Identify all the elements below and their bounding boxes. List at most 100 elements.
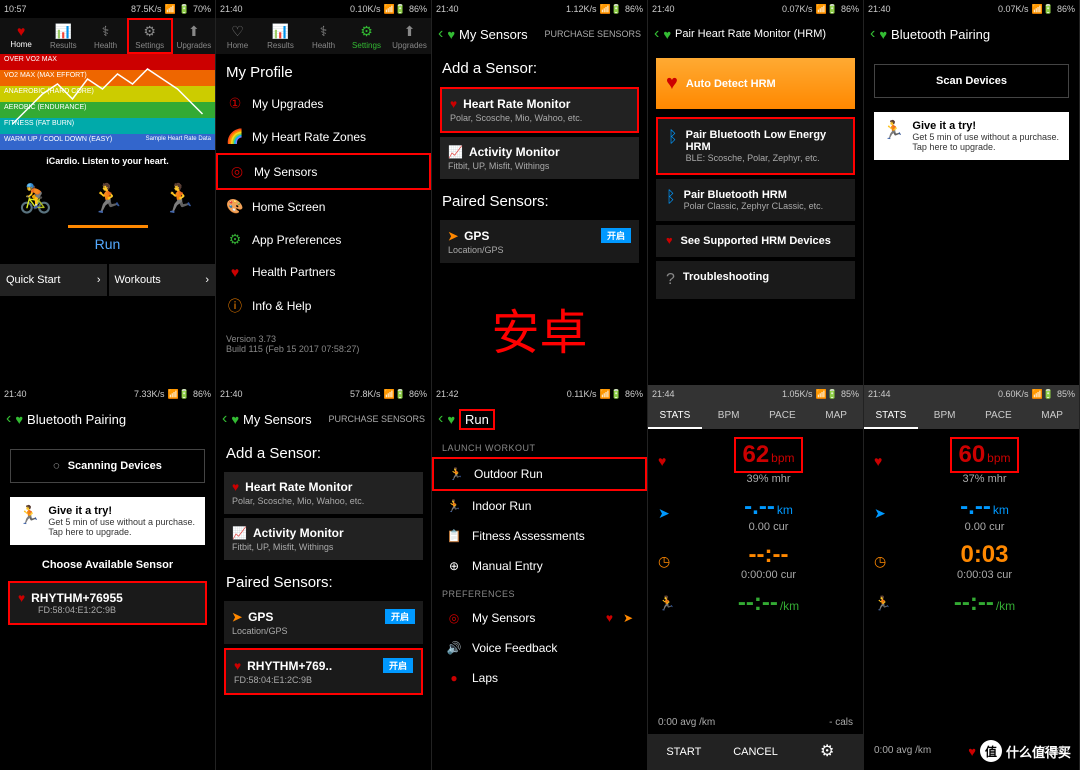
- heart-icon: ♥: [15, 412, 23, 427]
- gps-card[interactable]: ➤GPS开启 Location/GPS: [440, 220, 639, 263]
- health-icon: ⚕: [320, 23, 328, 40]
- back-icon[interactable]: ‹: [438, 25, 443, 43]
- tab-bpm[interactable]: BPM: [702, 403, 756, 429]
- upgrade-icon: ⬆: [188, 23, 200, 40]
- tab-pace[interactable]: PACE: [756, 403, 810, 429]
- launch-section: LAUNCH WORKOUT: [432, 435, 647, 457]
- indoor-run[interactable]: 🏃Indoor Run: [432, 491, 647, 521]
- tab-results[interactable]: 📊Results: [42, 18, 84, 54]
- back-icon[interactable]: ‹: [222, 410, 227, 428]
- run-icon: 🏃: [446, 499, 462, 513]
- circle-icon: ●: [446, 671, 462, 685]
- tab-health[interactable]: ⚕Health: [302, 18, 345, 54]
- status-bar: 21:40 7.33K/s📶🔋86%: [0, 385, 215, 403]
- page-title: Pair Heart Rate Monitor (HRM): [675, 28, 826, 40]
- clock-icon: ◷: [658, 553, 674, 570]
- item-home-screen[interactable]: 🎨Home Screen: [216, 190, 431, 223]
- status-bar: 21:44 0.60K/s📶🔋85%: [864, 385, 1079, 403]
- gps-card[interactable]: ➤GPS开启 Location/GPS: [224, 601, 423, 644]
- pace-icon: 🏃: [874, 595, 890, 612]
- tab-map[interactable]: MAP: [1025, 403, 1079, 429]
- scan-devices-button[interactable]: Scan Devices: [874, 64, 1069, 98]
- manual-entry[interactable]: ⊕Manual Entry: [432, 551, 647, 581]
- item-sensors[interactable]: ◎My Sensors: [216, 153, 431, 190]
- tab-home[interactable]: ♥Home: [0, 18, 42, 54]
- auto-detect-button[interactable]: ♥ Auto Detect HRM: [656, 58, 855, 109]
- tab-home[interactable]: ♡Home: [216, 18, 259, 54]
- pace-value: --:--: [738, 589, 778, 616]
- fitness-assessments[interactable]: 📋Fitness Assessments: [432, 521, 647, 551]
- back-icon[interactable]: ‹: [654, 25, 659, 43]
- stats-tabs: STATS BPM PACE MAP: [864, 403, 1079, 429]
- found-device[interactable]: ♥RHYTHM+76955 FD:58:04:E1:2C:9B: [8, 581, 207, 625]
- item-health-partners[interactable]: ♥Health Partners: [216, 256, 431, 288]
- tab-pace[interactable]: PACE: [972, 403, 1026, 429]
- troubleshoot-card[interactable]: ? Troubleshooting: [656, 261, 855, 299]
- tab-settings[interactable]: ⚙Settings: [345, 18, 388, 54]
- pref-sensors[interactable]: ◎My Sensors♥➤: [432, 603, 647, 633]
- quick-start-button[interactable]: Quick Start›: [0, 264, 107, 296]
- activity-monitor-card[interactable]: 📈Activity Monitor Fitbit, UP, Misfit, Wi…: [224, 518, 423, 560]
- back-icon[interactable]: ‹: [6, 410, 11, 428]
- target-icon: ◎: [446, 611, 462, 625]
- tab-upgrades[interactable]: ⬆Upgrades: [173, 18, 215, 54]
- screen-bt-pairing: 21:40 0.07K/s📶🔋86% ‹ ♥ Bluetooth Pairing…: [864, 0, 1080, 385]
- tab-results[interactable]: 📊Results: [259, 18, 302, 54]
- gps-icon: ➤: [874, 505, 890, 522]
- heart-icon: ♥: [879, 27, 887, 42]
- tab-settings[interactable]: ⚙Settings: [127, 18, 173, 54]
- ble-card[interactable]: ᛒ Pair Bluetooth Low Energy HRMBLE: Scos…: [656, 117, 855, 175]
- results-icon: 📊: [272, 23, 289, 40]
- heart-icon: ♥: [450, 97, 457, 111]
- run-icon[interactable]: 🏃: [90, 182, 125, 215]
- scanning-button[interactable]: ◌Scanning Devices: [10, 449, 205, 483]
- tab-health[interactable]: ⚕Health: [84, 18, 126, 54]
- item-upgrades[interactable]: ①My Upgrades: [216, 87, 431, 120]
- tab-bpm[interactable]: BPM: [918, 403, 972, 429]
- bt-card[interactable]: ᛒ Pair Bluetooth HRMPolar Classic, Zephy…: [656, 179, 855, 221]
- walk-icon[interactable]: 🏃: [162, 182, 197, 215]
- supported-card[interactable]: ♥ See Supported HRM Devices: [656, 225, 855, 257]
- activity-picker[interactable]: 🚴 🏃 🏃: [0, 172, 215, 225]
- outdoor-run[interactable]: 🏃Outdoor Run: [432, 457, 647, 491]
- page-title: Bluetooth Pairing: [891, 27, 990, 42]
- try-card[interactable]: 🏃 Give it a try!Get 5 min of use without…: [874, 112, 1069, 160]
- tagline: iCardio. Listen to your heart.: [0, 150, 215, 172]
- hrm-card[interactable]: ♥Heart Rate Monitor Polar, Scosche, Mio,…: [224, 472, 423, 514]
- item-info-help[interactable]: ⓘInfo & Help: [216, 288, 431, 324]
- gps-icon: ➤: [623, 611, 633, 625]
- tab-stats[interactable]: STATS: [864, 403, 918, 429]
- cancel-button[interactable]: CANCEL: [720, 734, 792, 770]
- purchase-link[interactable]: PURCHASE SENSORS: [544, 29, 641, 39]
- try-card[interactable]: 🏃 Give it a try!Get 5 min of use without…: [10, 497, 205, 545]
- plus-icon: ⊕: [446, 559, 462, 573]
- paired-title: Paired Sensors:: [216, 564, 431, 597]
- info-icon: ⓘ: [226, 296, 244, 316]
- distance-value: -.--: [744, 493, 775, 520]
- time-value: --:--: [749, 541, 789, 568]
- status-bar: 21:40 0.07K/s📶🔋86%: [864, 0, 1079, 18]
- page-title: My Profile: [216, 54, 431, 87]
- zones-icon: 🌈: [226, 128, 244, 145]
- gps-icon: ➤: [232, 610, 242, 624]
- version-info: Version 3.73 Build 115 (Feb 15 2017 07:5…: [216, 324, 431, 364]
- tab-map[interactable]: MAP: [809, 403, 863, 429]
- bike-icon[interactable]: 🚴: [18, 182, 53, 215]
- tab-stats[interactable]: STATS: [648, 403, 702, 429]
- back-icon[interactable]: ‹: [870, 25, 875, 43]
- item-app-prefs[interactable]: ⚙App Preferences: [216, 223, 431, 256]
- start-button[interactable]: START: [648, 734, 720, 770]
- back-icon[interactable]: ‹: [438, 410, 443, 428]
- item-hr-zones[interactable]: 🌈My Heart Rate Zones: [216, 120, 431, 153]
- purchase-link[interactable]: PURCHASE SENSORS: [328, 414, 425, 424]
- settings-button[interactable]: ⚙: [791, 734, 863, 770]
- hrm-card[interactable]: ♥Heart Rate Monitor Polar, Scosche, Mio,…: [440, 87, 639, 133]
- run-label: Run: [0, 228, 215, 260]
- tab-upgrades[interactable]: ⬆Upgrades: [388, 18, 431, 54]
- rhythm-card[interactable]: ♥RHYTHM+769..开启 FD:58:04:E1:2C:9B: [224, 648, 423, 695]
- workouts-button[interactable]: Workouts›: [109, 264, 216, 296]
- prefs-section: PREFERENCES: [432, 581, 647, 603]
- pref-laps[interactable]: ●Laps: [432, 663, 647, 693]
- pref-voice[interactable]: 🔊Voice Feedback: [432, 633, 647, 663]
- activity-monitor-card[interactable]: 📈Activity Monitor Fitbit, UP, Misfit, Wi…: [440, 137, 639, 179]
